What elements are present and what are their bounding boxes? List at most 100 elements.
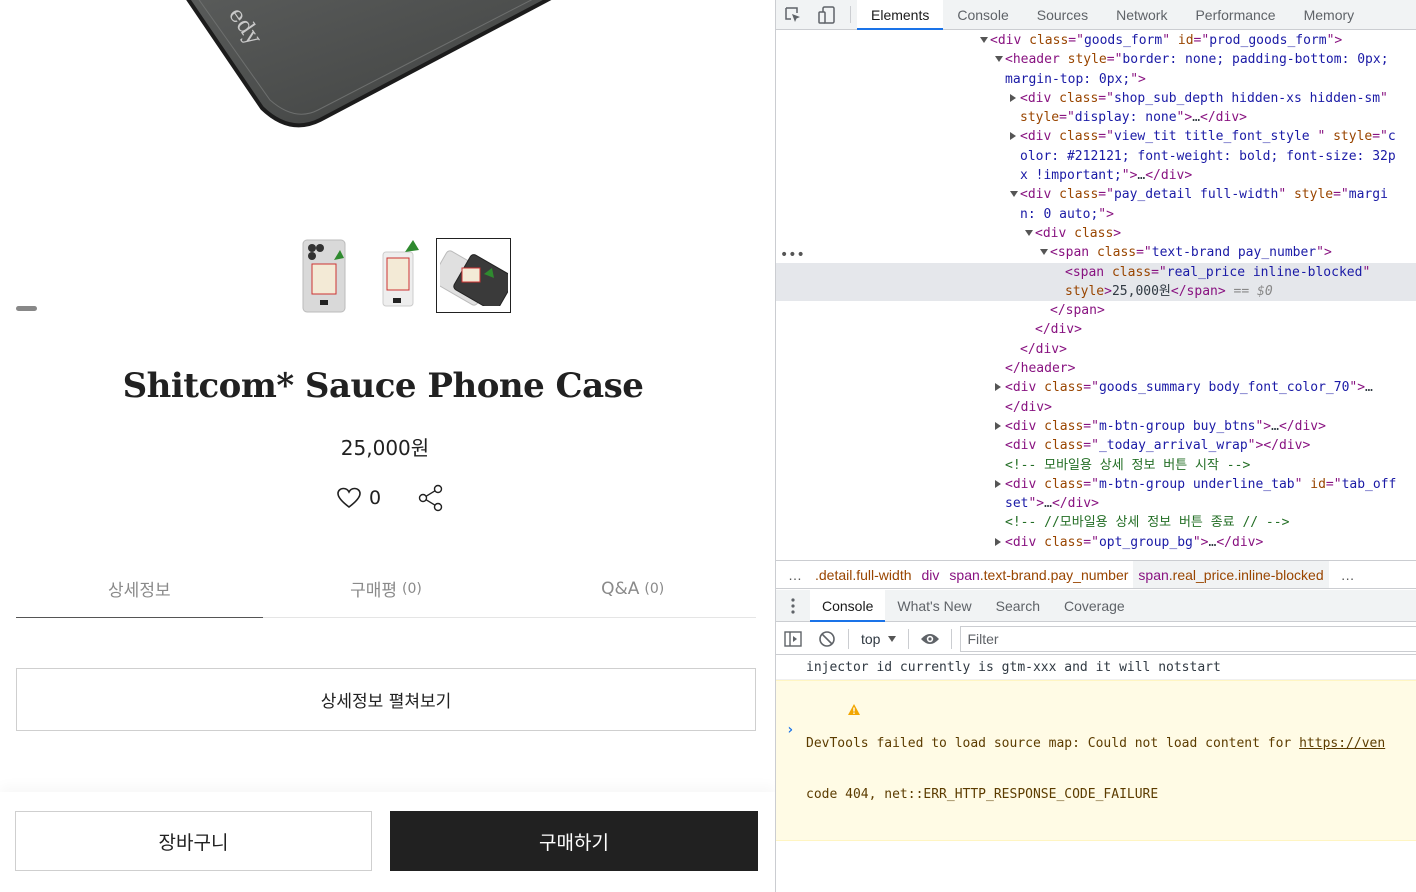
execution-context-select[interactable]: top [853, 631, 904, 647]
devtools-tab-memory[interactable]: Memory [1290, 0, 1369, 29]
tab-qna[interactable]: Q&A (0) [509, 560, 756, 617]
dom-token: =" [1333, 187, 1349, 203]
collapse-triangle-icon[interactable] [1010, 191, 1018, 198]
carousel-pager-dot[interactable] [16, 306, 37, 311]
dom-node-line[interactable]: n: 0 auto;"> [776, 205, 1416, 224]
devtools-tab-console[interactable]: Console [943, 0, 1022, 29]
dom-token: <!-- 모바일용 상세 정보 버튼 시작 --> [1005, 457, 1251, 473]
dom-node-line[interactable]: <!-- //모바일용 상세 정보 버튼 종료 // --> [776, 513, 1416, 532]
dom-token: tab_off [1341, 476, 1397, 492]
inspect-element-icon[interactable] [776, 0, 810, 29]
thumb-case-front[interactable] [286, 238, 361, 313]
elements-dom-tree[interactable]: <div class="goods_form" id="prod_goods_f… [776, 31, 1416, 559]
drawer-menu-icon[interactable] [776, 590, 810, 621]
devtools-tab-performance[interactable]: Performance [1181, 0, 1289, 29]
breadcrumb-item[interactable]: span.text-brand.pay_number [944, 567, 1133, 583]
devtools-panel: Elements Console Sources Network Perform… [775, 0, 1416, 892]
dom-token: _today_arrival_wrap [1098, 438, 1248, 454]
thumb-case-back[interactable] [361, 238, 436, 313]
buy-now-button[interactable]: 구매하기 [390, 811, 758, 871]
dom-node-line[interactable]: <div class="m-btn-group buy_btns">…</div… [776, 417, 1416, 436]
collapse-triangle-icon[interactable] [995, 56, 1003, 63]
dom-node-line[interactable]: <div class="shop_sub_depth hidden-xs hid… [776, 89, 1416, 108]
breadcrumb-overflow-right[interactable]: … [1329, 567, 1363, 583]
dom-node-line[interactable]: <span class="text-brand pay_number"> [776, 243, 1416, 262]
dom-token: </div> [1145, 168, 1193, 184]
dom-token: class [1044, 476, 1084, 492]
dom-node-line[interactable]: <div class="m-btn-group underline_tab" i… [776, 475, 1416, 494]
dom-node-line[interactable]: </div> [776, 320, 1416, 339]
add-to-cart-button[interactable]: 장바구니 [15, 811, 372, 871]
dom-node-line[interactable]: <div class> [776, 224, 1416, 243]
expand-triangle-icon[interactable] [995, 479, 1001, 488]
drawer-tab-whats-new[interactable]: What's New [885, 590, 983, 621]
devtools-tab-sources[interactable]: Sources [1023, 0, 1102, 29]
dom-node-line[interactable]: </div> [776, 398, 1416, 417]
dom-node-line[interactable]: <div class="opt_group_bg">…</div> [776, 533, 1416, 552]
context-value: top [861, 630, 881, 647]
expand-triangle-icon[interactable] [1010, 132, 1016, 141]
dom-token: class [1044, 380, 1084, 396]
drawer-tab-search[interactable]: Search [984, 590, 1052, 621]
breadcrumb-overflow-left[interactable]: … [776, 567, 810, 583]
expand-details-button[interactable]: 상세정보 펼쳐보기 [16, 668, 756, 731]
console-filter-input[interactable] [960, 625, 1416, 652]
thumb-case-pair[interactable] [436, 238, 511, 313]
dom-node-line[interactable]: <!-- 모바일용 상세 정보 버튼 시작 --> [776, 456, 1416, 475]
breadcrumb-item[interactable]: .detail.full-width [810, 567, 917, 583]
dom-node-line[interactable]: <header style="border: none; padding-bot… [776, 50, 1416, 69]
show-sidebar-icon[interactable] [776, 630, 810, 647]
dom-token: "> [1130, 71, 1146, 87]
device-toolbar-icon[interactable] [810, 0, 844, 29]
drawer-tab-console[interactable]: Console [810, 590, 886, 622]
console-prompt[interactable]: › [786, 722, 794, 738]
dom-node-selected[interactable]: style>25,000원</span> == $0 [776, 281, 1416, 302]
breadcrumb-item-active[interactable]: span .real_price.inline-blocked [1133, 561, 1329, 588]
dom-token: " [1278, 187, 1294, 203]
dom-node-line[interactable]: </span> [776, 301, 1416, 320]
dom-token: … [1271, 418, 1279, 434]
dom-token: =" [1083, 438, 1099, 454]
devtools-tab-elements[interactable]: Elements [857, 0, 944, 30]
node-actions-ellipsis[interactable]: ••• [780, 247, 805, 263]
tab-detail-info[interactable]: 상세정보 [16, 560, 263, 618]
dom-token: text-brand pay_number [1151, 245, 1317, 261]
dom-node-line[interactable]: </div> [776, 340, 1416, 359]
dom-node-line[interactable]: <div class="pay_detail full-width" style… [776, 185, 1416, 204]
dom-node-line[interactable]: x !important;">…</div> [776, 166, 1416, 185]
dom-token: … [1365, 380, 1373, 396]
devtools-tab-network[interactable]: Network [1102, 0, 1181, 29]
thumbnail-image [439, 249, 508, 306]
dom-token: set [1005, 496, 1029, 512]
expand-triangle-icon[interactable] [995, 421, 1001, 430]
dom-node-line[interactable]: <div class="goods_summary body_font_colo… [776, 378, 1416, 397]
breadcrumb-item[interactable]: div [917, 567, 945, 583]
dom-node-line[interactable]: <div class="goods_form" id="prod_goods_f… [776, 31, 1416, 50]
dom-node-line[interactable]: set">…</div> [776, 494, 1416, 513]
dom-node-line[interactable]: style="display: none">…</div> [776, 108, 1416, 127]
clear-console-icon[interactable] [810, 630, 844, 648]
collapse-triangle-icon[interactable] [980, 37, 988, 43]
source-map-link[interactable]: https://ven [1299, 736, 1385, 751]
dom-node-line[interactable]: <div class="_today_arrival_wrap"></div> [776, 436, 1416, 455]
dom-node-line[interactable]: <div class="view_tit title_font_style " … [776, 127, 1416, 146]
expand-triangle-icon[interactable] [995, 383, 1001, 392]
dom-token: display: none [1074, 110, 1177, 126]
tab-reviews[interactable]: 구매평 (0) [263, 560, 510, 617]
drawer-tab-coverage[interactable]: Coverage [1052, 590, 1137, 621]
live-expression-eye-icon[interactable] [913, 632, 947, 646]
expand-triangle-icon[interactable] [995, 537, 1001, 546]
dom-node-line[interactable]: olor: #212121; font-weight: bold; font-s… [776, 147, 1416, 166]
dom-node-selected[interactable]: <span class="real_price inline-blocked" [776, 262, 1416, 282]
dom-node-line[interactable]: </header> [776, 359, 1416, 378]
collapse-triangle-icon[interactable] [1025, 229, 1033, 236]
collapse-triangle-icon[interactable] [1040, 249, 1048, 256]
share-icon[interactable] [417, 484, 445, 512]
heart-icon[interactable] [337, 487, 361, 509]
dom-token: <div [1005, 380, 1045, 396]
dom-token: </div> [1216, 534, 1264, 550]
expand-triangle-icon[interactable] [1010, 93, 1016, 102]
dom-token: </header> [1005, 361, 1076, 377]
dom-node-line[interactable]: margin-top: 0px;"> [776, 70, 1416, 89]
dom-token: 25,000원 [1111, 283, 1171, 299]
